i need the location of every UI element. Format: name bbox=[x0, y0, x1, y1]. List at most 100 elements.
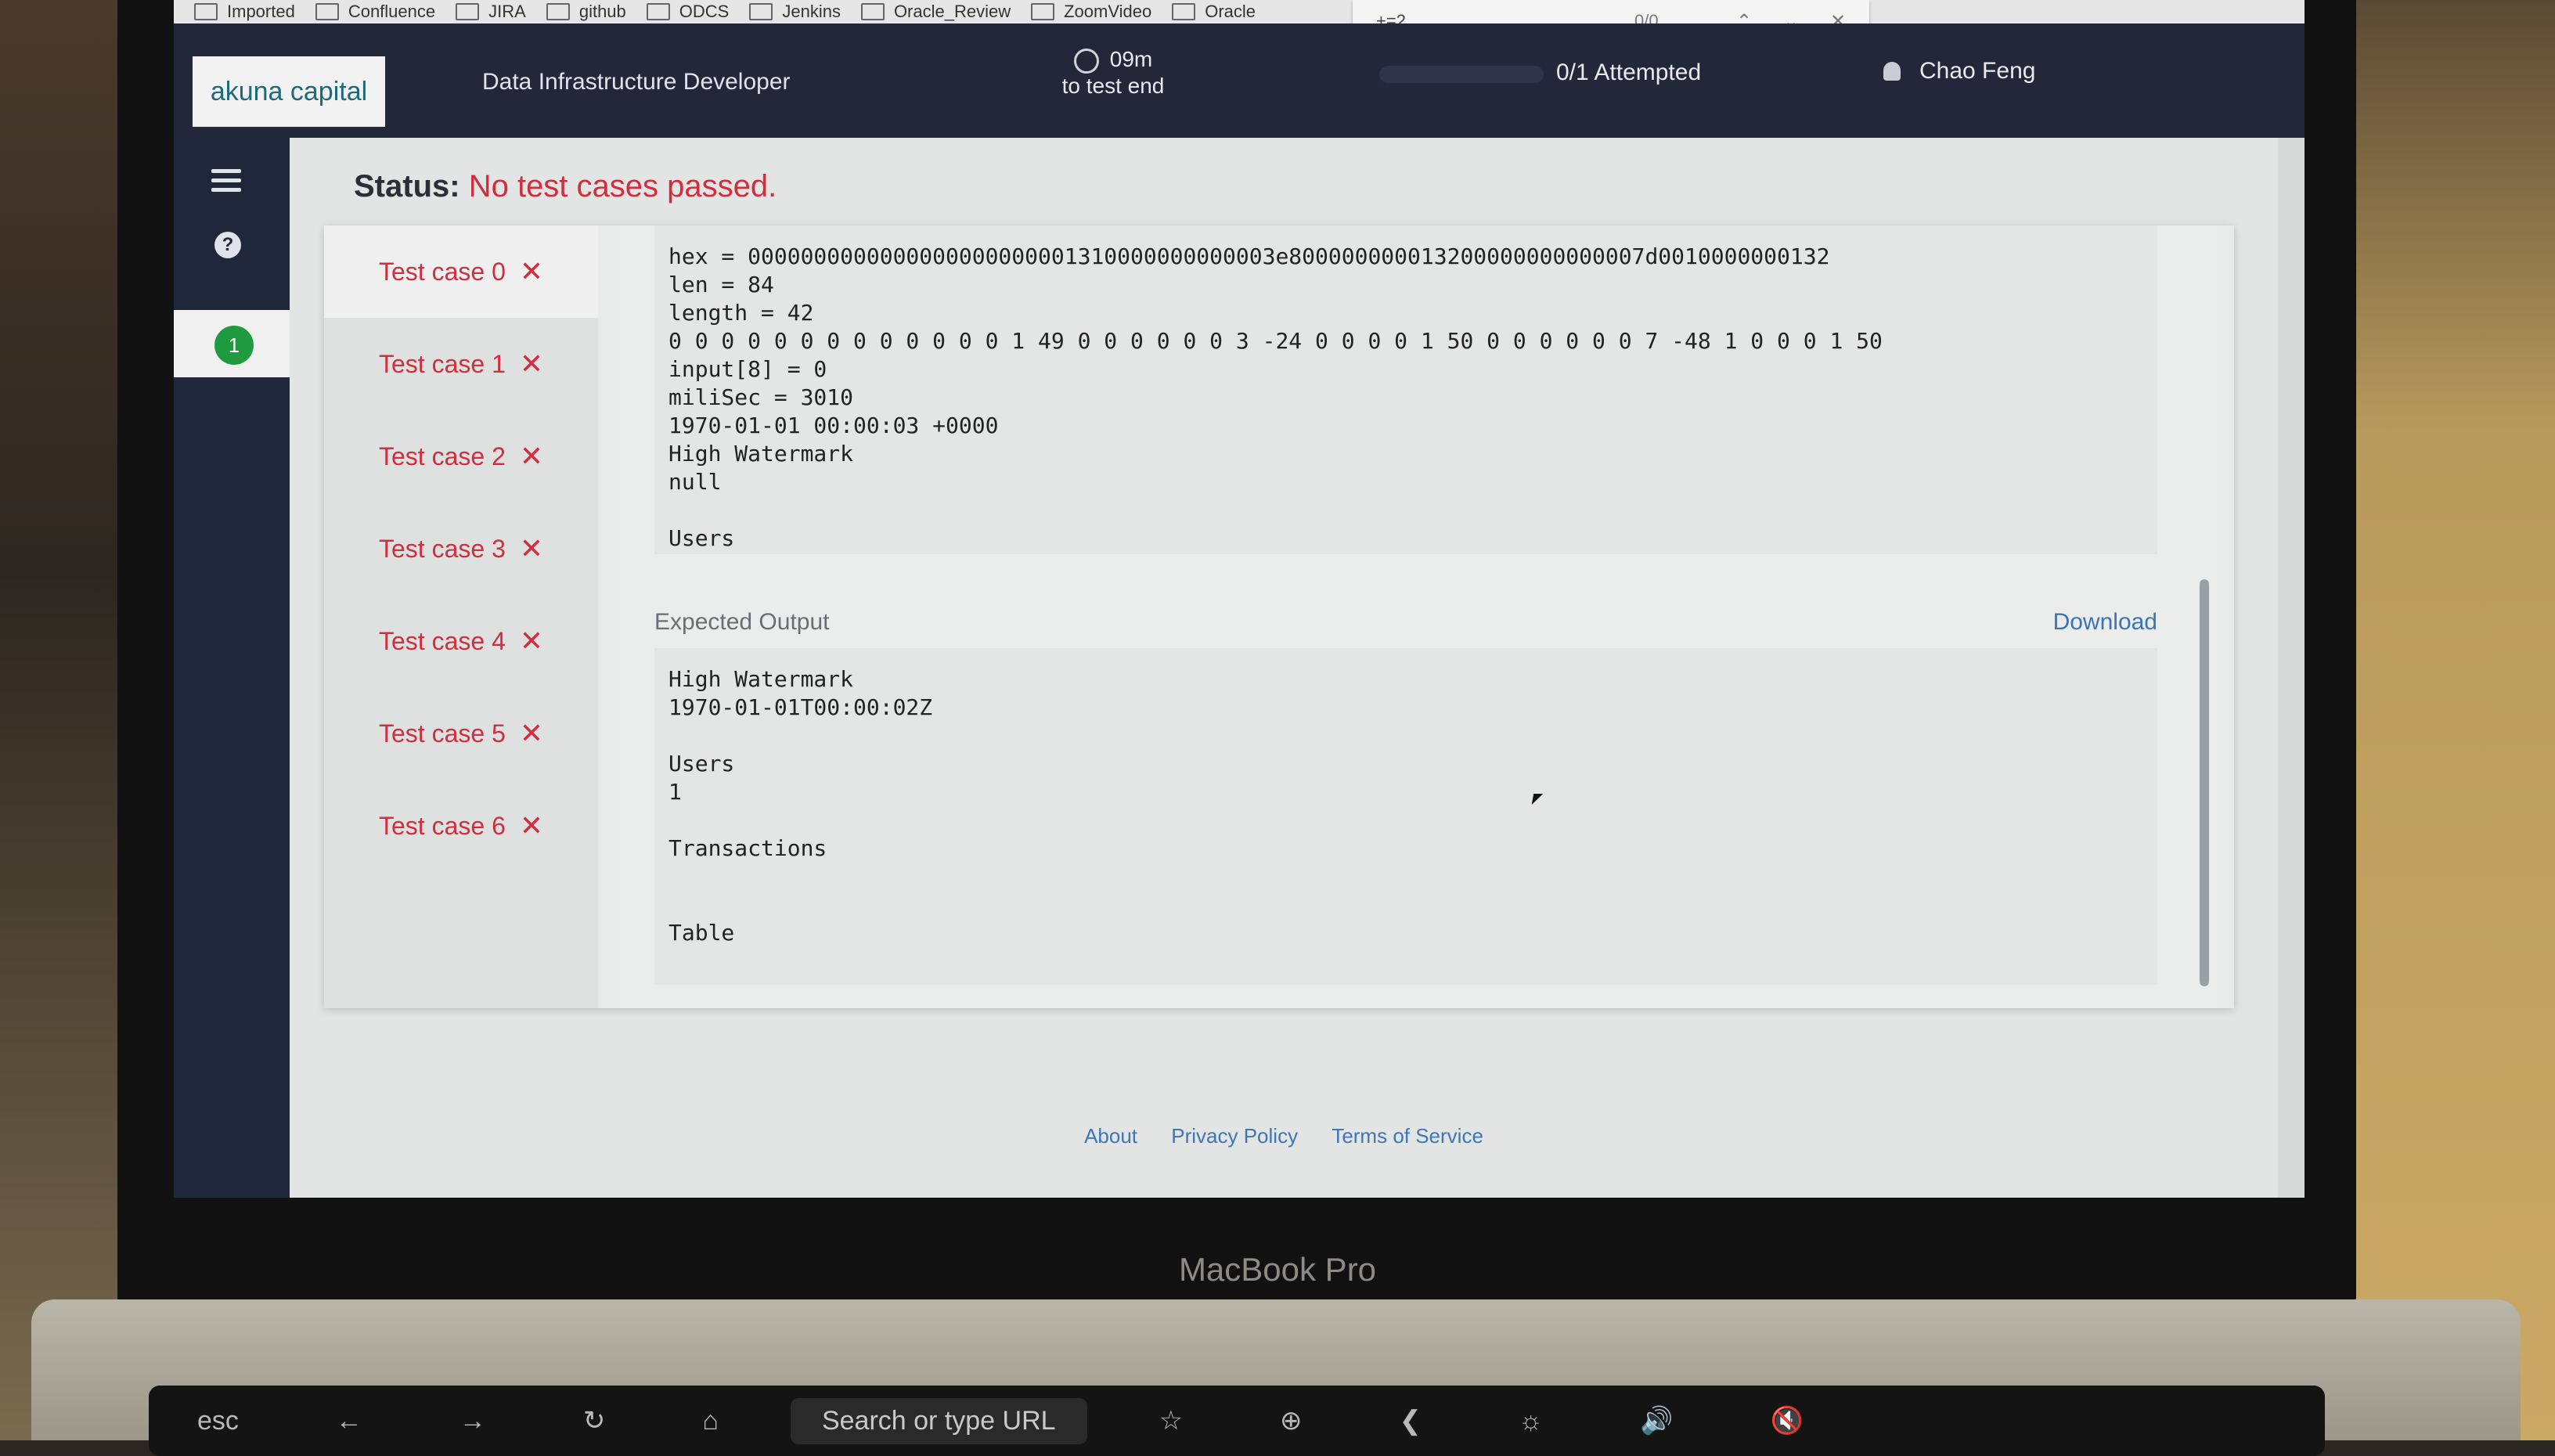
status-value: No test cases passed. bbox=[468, 169, 777, 204]
folder-icon bbox=[1031, 3, 1055, 20]
folder-icon bbox=[749, 3, 773, 20]
details-scrollbar[interactable] bbox=[2200, 579, 2209, 986]
folder-icon bbox=[546, 3, 570, 20]
bookmark-zoomvideo[interactable]: ZoomVideo bbox=[1031, 2, 1151, 22]
folder-icon bbox=[315, 3, 339, 20]
folder-icon bbox=[860, 3, 885, 20]
tab-test-case-4[interactable]: Test case 4 ✕ bbox=[324, 595, 598, 687]
bookmark-oracle[interactable]: Oracle bbox=[1172, 2, 1256, 22]
attempted-count: 0/1 Attempted bbox=[1556, 59, 1702, 85]
bookmark-label: ZoomVideo bbox=[1064, 2, 1152, 21]
failed-icon: ✕ bbox=[519, 255, 544, 287]
tab-label: Test case 4 bbox=[379, 626, 506, 655]
user-name: Chao Feng bbox=[1919, 58, 2036, 84]
new-tab-icon[interactable]: ⊕ bbox=[1231, 1405, 1351, 1436]
bookmark-label: Oracle bbox=[1205, 2, 1256, 21]
tab-label: Test case 2 bbox=[379, 441, 506, 470]
help-icon[interactable]: ? bbox=[214, 232, 241, 258]
screen: Imported Confluence JIRA github ODCS Jen… bbox=[174, 0, 2305, 1198]
test-case-tabs: Test case 0 ✕ Test case 1 ✕ Test case 2 ✕ T… bbox=[324, 225, 598, 1008]
question-list-icon[interactable] bbox=[211, 169, 241, 197]
tab-test-case-6[interactable]: Test case 6 ✕ bbox=[324, 780, 598, 872]
logo[interactable]: akuna capital bbox=[193, 56, 385, 127]
folder-icon bbox=[1172, 3, 1196, 20]
collapse-icon[interactable]: ❮ bbox=[1351, 1405, 1471, 1436]
status-label: Status: bbox=[354, 169, 460, 204]
bookmark-label: JIRA bbox=[488, 2, 526, 21]
bookmark-confluence[interactable]: Confluence bbox=[315, 2, 435, 22]
failed-icon: ✕ bbox=[519, 809, 544, 842]
sidebar: ? 1 bbox=[174, 138, 290, 1198]
clock-icon bbox=[1073, 48, 1099, 74]
main-content: Status: No test cases passed. Test case … bbox=[290, 138, 2278, 1198]
mute-icon[interactable]: 🔇 bbox=[1722, 1405, 1852, 1436]
bookmark-github[interactable]: github bbox=[546, 2, 626, 22]
bookmark-label: Oracle_Review bbox=[893, 2, 1011, 21]
reload-icon[interactable]: ↻ bbox=[535, 1405, 654, 1436]
bookmark-label: Confluence bbox=[348, 2, 436, 21]
tab-label: Test case 6 bbox=[379, 811, 506, 840]
touch-bar: esc ← → ↻ ⌂ Search or type URL ☆ ⊕ ❮ ☼ 🔊… bbox=[149, 1386, 2325, 1456]
header: akuna capital Data Infrastructure Develo… bbox=[174, 23, 2305, 138]
bookmark-label: Jenkins bbox=[782, 2, 841, 21]
touchbar-search[interactable]: Search or type URL bbox=[790, 1397, 1087, 1444]
mouse-cursor-icon bbox=[1531, 794, 1544, 805]
failed-icon: ✕ bbox=[519, 625, 544, 657]
bookmark-label: Imported bbox=[227, 2, 295, 21]
forward-arrow-icon[interactable]: → bbox=[411, 1406, 535, 1436]
tab-test-case-3[interactable]: Test case 3 ✕ bbox=[324, 503, 598, 595]
results-panel: Test case 0 ✕ Test case 1 ✕ Test case 2 ✕ T… bbox=[324, 225, 2234, 1008]
bookmark-star-icon[interactable]: ☆ bbox=[1111, 1405, 1231, 1436]
expected-output-header: Expected Output Download bbox=[654, 609, 2157, 636]
timer-value: 09m bbox=[1109, 47, 1153, 71]
user-icon bbox=[1883, 62, 1901, 81]
timer: 09m to test end bbox=[1027, 47, 1199, 99]
tab-test-case-1[interactable]: Test case 1 ✕ bbox=[324, 318, 598, 410]
device-label: MacBook Pro bbox=[1178, 1251, 1377, 1288]
test-case-details: hex = 0000000000000000000000001310000000… bbox=[620, 225, 2217, 1008]
folder-icon bbox=[194, 3, 218, 20]
question-number-badge: 1 bbox=[214, 326, 254, 365]
bookmark-jira[interactable]: JIRA bbox=[456, 2, 526, 22]
esc-key[interactable]: esc bbox=[149, 1406, 287, 1436]
back-arrow-icon[interactable]: ← bbox=[287, 1406, 411, 1436]
tab-test-case-2[interactable]: Test case 2 ✕ bbox=[324, 410, 598, 503]
bookmarks-bar: Imported Confluence JIRA github ODCS Jen… bbox=[174, 0, 2305, 23]
failed-icon: ✕ bbox=[519, 348, 544, 380]
bookmark-odcs[interactable]: ODCS bbox=[646, 2, 730, 22]
status-line: Status: No test cases passed. bbox=[354, 169, 777, 204]
tab-test-case-0[interactable]: Test case 0 ✕ bbox=[324, 225, 598, 318]
folder-icon bbox=[456, 3, 480, 20]
folder-icon bbox=[646, 3, 670, 20]
bookmark-imported[interactable]: Imported bbox=[194, 2, 295, 22]
expected-output-block: High Watermark 1970-01-01T00:00:02Z User… bbox=[654, 648, 2157, 985]
failed-icon: ✕ bbox=[519, 532, 544, 564]
tab-label: Test case 0 bbox=[379, 257, 506, 286]
attempt-progress-bar bbox=[1379, 66, 1544, 83]
bookmark-jenkins[interactable]: Jenkins bbox=[749, 2, 841, 22]
volume-icon[interactable]: 🔊 bbox=[1591, 1405, 1721, 1436]
download-link[interactable]: Download bbox=[2053, 609, 2157, 636]
role-title: Data Infrastructure Developer bbox=[482, 69, 791, 95]
terms-of-service-link[interactable]: Terms of Service bbox=[1332, 1124, 1483, 1148]
home-icon[interactable]: ⌂ bbox=[654, 1406, 767, 1436]
bookmark-label: github bbox=[578, 2, 626, 21]
question-nav-item[interactable]: 1 bbox=[174, 310, 290, 377]
failed-icon: ✕ bbox=[519, 440, 544, 472]
tab-label: Test case 3 bbox=[379, 534, 506, 563]
tab-label: Test case 1 bbox=[379, 349, 506, 378]
tab-label: Test case 5 bbox=[379, 719, 506, 748]
timer-label: to test end bbox=[1061, 73, 1165, 98]
expected-output-label: Expected Output bbox=[654, 609, 830, 635]
bookmark-label: ODCS bbox=[679, 2, 730, 21]
tab-test-case-5[interactable]: Test case 5 ✕ bbox=[324, 687, 598, 780]
failed-icon: ✕ bbox=[519, 717, 544, 749]
your-output-block: hex = 0000000000000000000000001310000000… bbox=[654, 225, 2157, 554]
privacy-policy-link[interactable]: Privacy Policy bbox=[1171, 1124, 1298, 1148]
bookmark-oracle-review[interactable]: Oracle_Review bbox=[860, 2, 1011, 22]
footer: About Privacy Policy Terms of Service bbox=[290, 1124, 2278, 1148]
brightness-icon[interactable]: ☼ bbox=[1470, 1406, 1591, 1436]
desk-left-background bbox=[0, 0, 125, 1440]
about-link[interactable]: About bbox=[1084, 1124, 1137, 1148]
user-menu[interactable]: Chao Feng bbox=[1883, 58, 2035, 85]
